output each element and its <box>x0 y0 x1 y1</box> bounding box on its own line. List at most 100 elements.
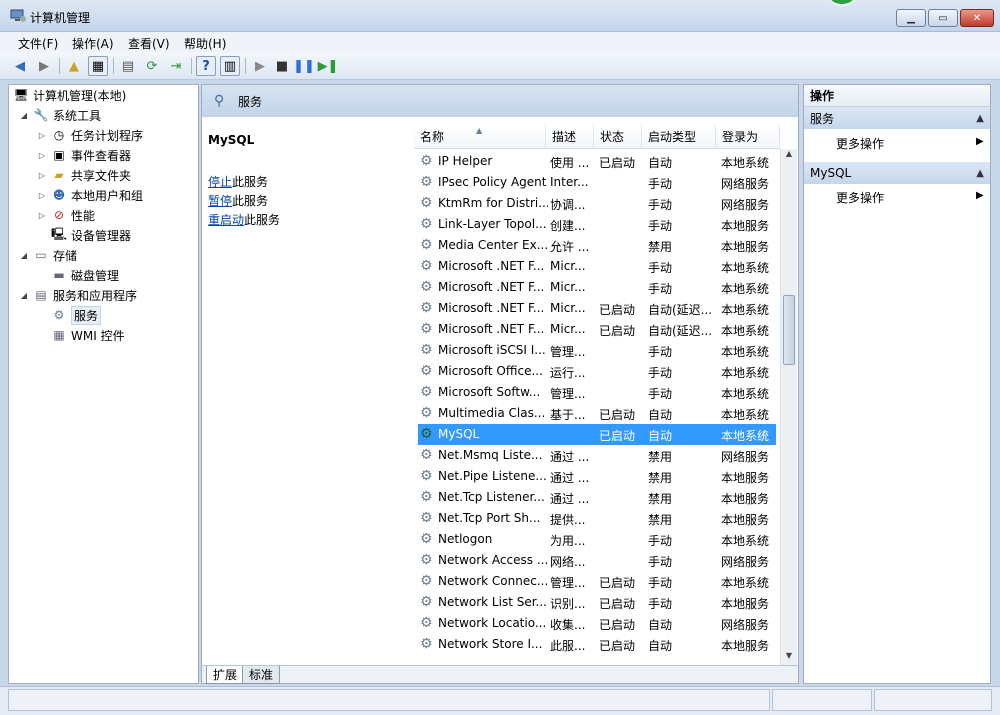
service-status-cell: 已启动 <box>599 324 636 338</box>
table-row[interactable]: ⚙ Microsoft .NET F... Micr... 手动 本地系统 <box>418 277 776 298</box>
collapse-section-icon[interactable]: ▲ <box>976 168 984 179</box>
tree-item-performance[interactable]: ▷ ⊘ 性能 <box>37 205 95 225</box>
tree-item-task-scheduler[interactable]: ▷ ◷ 任务计划程序 <box>37 125 143 145</box>
table-row[interactable]: ⚙ Net.Tcp Listener... 通过 ... 禁用 本地服务 <box>418 487 776 508</box>
column-header-startup-type[interactable]: 启动类型 <box>642 125 716 149</box>
close-button[interactable]: ✕ <box>960 9 994 27</box>
column-header-status[interactable]: 状态 <box>594 125 642 149</box>
show-action-pane-icon[interactable]: ▥ <box>220 56 240 76</box>
table-row[interactable]: ⚙ Net.Pipe Listene... 通过 ... 禁用 本地服务 <box>418 466 776 487</box>
device-manager-icon: 🖳 <box>51 226 68 241</box>
scroll-up-icon[interactable]: ▲ <box>781 149 797 163</box>
table-row[interactable]: ⚙ Microsoft Office... 运行... 手动 本地系统 <box>418 361 776 382</box>
table-row[interactable]: ⚙ Microsoft .NET F... Micr... 已启动 自动(延迟... 本地… <box>418 319 776 340</box>
collapse-icon[interactable]: ◢ <box>19 291 29 300</box>
service-name-cell: Netlogon <box>438 532 493 546</box>
table-row[interactable]: ⚙ Net.Msmq Liste... 通过 ... 禁用 网络服务 <box>418 445 776 466</box>
table-row[interactable]: ⚙ Netlogon 为用... 手动 本地系统 <box>418 529 776 550</box>
tab-standard[interactable]: 标准 <box>242 666 281 684</box>
refresh-icon[interactable]: ⟳ <box>142 56 162 76</box>
service-detail-panel: MySQL 停止此服务 暂停此服务 重启动此服务 <box>202 117 414 665</box>
menu-view[interactable]: 查看(V) <box>128 35 170 52</box>
back-icon[interactable]: ◀ <box>10 56 30 76</box>
collapse-section-icon[interactable]: ▲ <box>976 113 984 124</box>
actions-section-services[interactable]: 服务 ▲ <box>804 107 990 129</box>
table-row[interactable]: ⚙ Net.Tcp Port Sh... 提供... 禁用 本地服务 <box>418 508 776 529</box>
service-logon-cell: 本地系统 <box>721 408 770 422</box>
tab-extended[interactable]: 扩展 <box>206 666 245 684</box>
restart-service-icon[interactable]: ▶❚ <box>318 56 339 76</box>
table-row[interactable]: ⚙ IPsec Policy Agent Inter... 手动 网络服务 <box>418 172 776 193</box>
help-icon[interactable]: ? <box>196 56 216 76</box>
service-startup-cell: 手动 <box>648 219 673 233</box>
expand-icon[interactable]: ▷ <box>37 211 47 220</box>
properties-icon[interactable]: ▤ <box>118 56 138 76</box>
table-row[interactable]: ⚙ MySQL 已启动 自动 本地系统 <box>418 424 776 445</box>
disk-icon: ▬ <box>53 268 65 282</box>
table-row[interactable]: ⚙ IP Helper 使用 ... 已启动 自动 本地系统 <box>418 151 776 172</box>
maximize-button[interactable]: ▭ <box>928 9 958 27</box>
service-logon-cell: 本地服务 <box>721 219 770 233</box>
service-status-cell: 已启动 <box>599 303 636 317</box>
tree-item-system-tools[interactable]: ◢ 🔧 系统工具 <box>19 105 101 125</box>
column-header-name[interactable]: 名称 ▲ <box>414 125 546 149</box>
service-logon-cell: 本地服务 <box>721 492 770 506</box>
expand-icon[interactable]: ▷ <box>37 151 47 160</box>
storage-icon: ▭ <box>35 248 47 262</box>
tree-item-storage[interactable]: ◢ ▭ 存储 <box>19 245 77 265</box>
service-gear-icon: ⚙ <box>420 552 433 568</box>
table-row[interactable]: ⚙ Network Locatio... 收集... 已启动 自动 网络服务 <box>418 613 776 634</box>
scroll-down-icon[interactable]: ▼ <box>781 651 797 665</box>
up-folder-icon[interactable]: ▲ <box>64 56 84 76</box>
forward-icon[interactable]: ▶ <box>34 56 54 76</box>
table-row[interactable]: ⚙ Microsoft Softw... 管理... 手动 本地系统 <box>418 382 776 403</box>
export-icon[interactable]: ⇥ <box>166 56 186 76</box>
menu-help[interactable]: 帮助(H) <box>184 35 226 52</box>
show-tree-icon[interactable]: ▦ <box>88 56 108 76</box>
table-row[interactable]: ⚙ Microsoft .NET F... Micr... 手动 本地系统 <box>418 256 776 277</box>
expand-icon[interactable]: ▷ <box>37 131 47 140</box>
column-header-description[interactable]: 描述 <box>546 125 594 149</box>
tree-item-event-viewer[interactable]: ▷ ▣ 事件查看器 <box>37 145 131 165</box>
tree-item-shared-folders[interactable]: ▷ ▰ 共享文件夹 <box>37 165 131 185</box>
actions-section-mysql[interactable]: MySQL ▲ <box>804 162 990 184</box>
service-logon-cell: 网络服务 <box>721 177 770 191</box>
table-row[interactable]: ⚙ Network Access ... 网络... 手动 网络服务 <box>418 550 776 571</box>
table-row[interactable]: ⚙ Link-Layer Topol... 创建... 手动 本地服务 <box>418 214 776 235</box>
start-service-icon[interactable]: ▶ <box>250 56 270 76</box>
collapse-icon[interactable]: ◢ <box>19 111 29 120</box>
tree-item-device-manager[interactable]: 🖳 设备管理器 <box>51 225 131 245</box>
expand-icon[interactable]: ▷ <box>37 171 47 180</box>
column-header-logon-as[interactable]: 登录为 <box>716 125 780 149</box>
tree-item-disk-management[interactable]: ▬ 磁盘管理 <box>51 265 119 285</box>
tree-item-wmi-control[interactable]: ▦ WMI 控件 <box>51 325 124 345</box>
tree-item-services[interactable]: ⚙ 服务 <box>51 305 102 325</box>
table-row[interactable]: ⚙ Network List Ser... 识别... 已启动 手动 本地服务 <box>418 592 776 613</box>
table-row[interactable]: ⚙ Multimedia Clas... 基于... 已启动 自动 本地系统 <box>418 403 776 424</box>
minimize-button[interactable]: ▁ <box>896 9 926 27</box>
tree-item-services-and-apps[interactable]: ◢ ▤ 服务和应用程序 <box>19 285 137 305</box>
table-row[interactable]: ⚙ KtmRm for Distri... 协调... 手动 网络服务 <box>418 193 776 214</box>
pause-service-link[interactable]: 暂停 <box>208 194 232 208</box>
tree-item-computer-management[interactable]: 🖥 计算机管理(本地) <box>13 85 126 105</box>
table-row[interactable]: ⚙ Network Store I... 此服... 已启动 自动 本地服务 <box>418 634 776 655</box>
expand-icon[interactable]: ▷ <box>37 191 47 200</box>
service-gear-icon: ⚙ <box>420 489 433 505</box>
pause-service-icon[interactable]: ❚❚ <box>293 56 315 76</box>
more-actions-services[interactable]: 更多操作 <box>836 135 884 152</box>
restart-service-link[interactable]: 重启动 <box>208 213 244 227</box>
table-row[interactable]: ⚙ Microsoft iSCSI I... 管理... 手动 本地系统 <box>418 340 776 361</box>
vertical-scrollbar[interactable]: ▲ ▼ <box>780 149 797 665</box>
menu-action[interactable]: 操作(A) <box>72 35 114 52</box>
more-actions-mysql[interactable]: 更多操作 <box>836 189 884 206</box>
menu-file[interactable]: 文件(F) <box>18 35 58 52</box>
table-row[interactable]: ⚙ Media Center Ex... 允许 ... 禁用 本地服务 <box>418 235 776 256</box>
table-row[interactable]: ⚙ Network Connec... 管理... 已启动 手动 本地系统 <box>418 571 776 592</box>
scroll-thumb[interactable] <box>783 295 795 365</box>
tree-item-local-users[interactable]: ▷ ☻ 本地用户和组 <box>37 185 143 205</box>
service-description-cell: 创建... <box>550 219 586 233</box>
collapse-icon[interactable]: ◢ <box>19 251 29 260</box>
table-row[interactable]: ⚙ Microsoft .NET F... Micr... 已启动 自动(延迟... 本地… <box>418 298 776 319</box>
stop-service-icon[interactable]: ■ <box>272 56 292 76</box>
stop-service-link[interactable]: 停止 <box>208 175 232 189</box>
